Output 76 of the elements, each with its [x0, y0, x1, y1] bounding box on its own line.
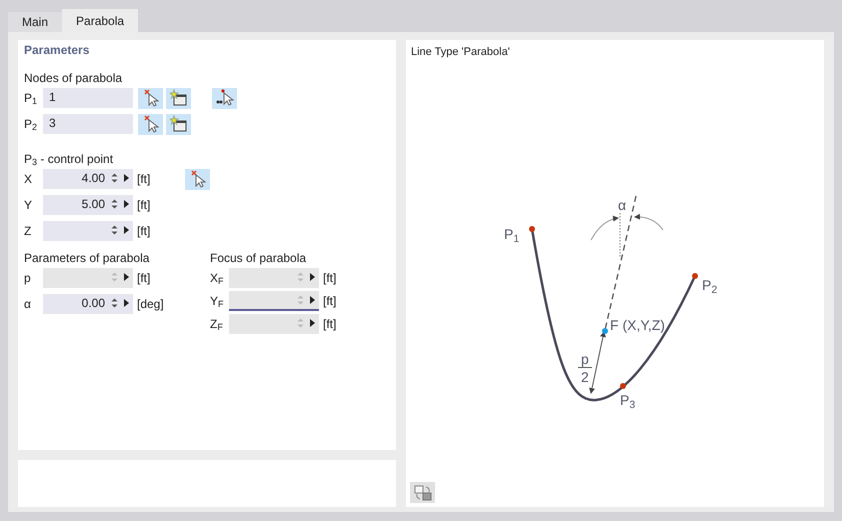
group-title: Focus of parabola [210, 251, 308, 265]
tab[interactable]: Main [8, 12, 62, 32]
cursor-icon [190, 170, 206, 188]
spinner-icon [297, 271, 304, 283]
unit-label: [ft] [323, 293, 336, 310]
swap-view-icon [414, 484, 432, 500]
field-label: Z [24, 223, 32, 240]
arrow-icon [124, 174, 129, 182]
angle-arc [590, 216, 619, 240]
point-label: P$_{1}$ [504, 226, 520, 242]
number-field[interactable]: 4.00 [43, 169, 133, 189]
spinner-icon [297, 317, 304, 329]
group-title: P$_{3}$ - control point [24, 152, 114, 166]
distance-arrow [589, 331, 606, 394]
number-field[interactable]: 5.00 [43, 195, 133, 215]
arrow-icon [124, 226, 129, 234]
pick-button[interactable] [138, 88, 163, 108]
spinner-icon [111, 224, 118, 236]
field-label: α [24, 296, 32, 313]
new-node-button[interactable] [166, 114, 191, 134]
pick-button[interactable] [185, 168, 210, 190]
view-toggle-button[interactable] [410, 482, 435, 503]
star-window-icon [170, 89, 188, 107]
node-point [620, 383, 626, 389]
field-label: P$_{2}$ [24, 116, 38, 133]
arrow-icon [310, 319, 315, 327]
new-node-button[interactable] [166, 88, 191, 108]
focus-label: F (X,Y,Z) [610, 317, 665, 333]
spinner-icon [111, 271, 118, 283]
unit-label: [ft] [323, 316, 336, 333]
pick-button[interactable] [138, 114, 163, 134]
cursor-icon [142, 89, 158, 107]
unit-label: [ft] [323, 270, 336, 287]
arrow-icon [124, 273, 129, 281]
spinner-icon [111, 198, 118, 210]
focus-point [602, 328, 608, 334]
point-label: P$_{3}$ [620, 392, 636, 408]
star-window-icon [170, 115, 188, 133]
group-title: Nodes of parabola [24, 71, 124, 85]
unit-label: [deg] [137, 296, 164, 313]
field-label: Y$_{F}$ [210, 293, 225, 310]
tab[interactable]: Parabola [62, 9, 138, 32]
angle-arc [634, 214, 664, 230]
pick-twice-button[interactable] [212, 88, 237, 108]
field-label: X$_{F}$ [210, 270, 225, 287]
unit-label: [ft] [137, 171, 150, 188]
fraction-numerator: p [580, 351, 590, 367]
unit-label: [ft] [137, 223, 150, 240]
cursor-icon [214, 89, 234, 107]
arrow-icon [124, 299, 129, 307]
point-label: P$_{2}$ [702, 277, 718, 293]
node-field[interactable]: 3 [43, 114, 133, 134]
diagram-title: Line Type 'Parabola' [411, 45, 510, 60]
field-label: Z$_{F}$ [210, 316, 224, 333]
cursor-icon [142, 115, 158, 133]
number-field[interactable] [43, 221, 133, 241]
field-label: X [24, 171, 34, 188]
node-point [692, 273, 698, 279]
arrow-icon [310, 296, 315, 304]
arrow-icon [310, 273, 315, 281]
unit-label: [ft] [137, 270, 150, 287]
node-point [529, 226, 535, 232]
arrow-icon [124, 200, 129, 208]
spinner-icon [111, 172, 118, 184]
field-label: P$_{1}$ [24, 90, 38, 107]
field-label: Y [24, 197, 34, 214]
field-label: p [24, 270, 32, 287]
angle-label: α [618, 197, 626, 213]
spinner-icon [297, 294, 304, 306]
fraction-denominator: 2 [578, 367, 592, 385]
number-field[interactable]: 0.00 [43, 294, 133, 314]
group-title: Parameters of parabola [24, 251, 150, 265]
node-field[interactable]: 1 [43, 88, 133, 108]
section-title: Parameters [24, 43, 90, 57]
unit-label: [ft] [137, 197, 150, 214]
spinner-icon [111, 297, 118, 309]
